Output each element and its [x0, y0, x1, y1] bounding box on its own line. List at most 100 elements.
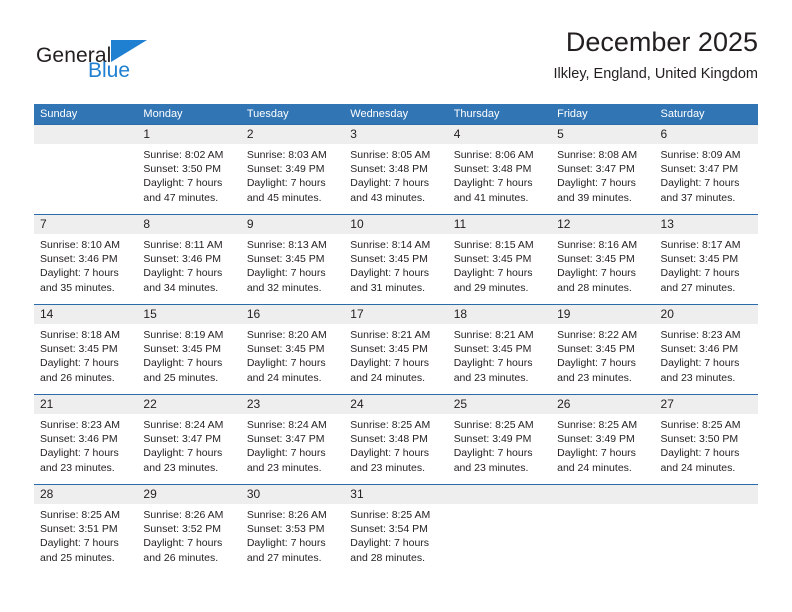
sunrise-line: Sunrise: 8:24 AM [246, 419, 327, 431]
day-cell[interactable]: Sunrise: 8:21 AM Sunset: 3:45 PM Dayligh… [448, 324, 551, 394]
day-cell[interactable]: Sunrise: 8:17 AM Sunset: 3:45 PM Dayligh… [655, 234, 758, 304]
sunrise-line: Sunrise: 8:18 AM [40, 329, 120, 341]
day-cell[interactable]: Sunrise: 8:15 AM Sunset: 3:45 PM Dayligh… [448, 234, 551, 304]
day-cell[interactable]: Sunrise: 8:06 AM Sunset: 3:48 PM Dayligh… [448, 144, 551, 214]
sunrise-line: Sunrise: 8:02 AM [143, 149, 224, 161]
logo-word-blue: Blue [88, 59, 131, 82]
day-cell[interactable]: Sunrise: 8:03 AM Sunset: 3:49 PM Dayligh… [241, 144, 344, 214]
day-cell[interactable]: Sunrise: 8:25 AM Sunset: 3:49 PM Dayligh… [448, 414, 551, 484]
sunset-line: Sunset: 3:48 PM [350, 433, 428, 446]
day-cell[interactable]: Sunrise: 8:09 AM Sunset: 3:47 PM Dayligh… [655, 144, 758, 214]
generalblue-logo[interactable]: General Blue [34, 32, 214, 90]
sunset-line: Sunset: 3:45 PM [246, 343, 325, 356]
sunset-line: Sunset: 3:45 PM [350, 343, 428, 356]
day-number: 28 [40, 487, 54, 501]
day-cell[interactable]: Sunrise: 8:24 AM Sunset: 3:47 PM Dayligh… [241, 414, 344, 484]
day-cell[interactable]: Sunrise: 8:13 AM Sunset: 3:45 PM Dayligh… [241, 234, 344, 304]
daylight-line-1: Daylight: 7 hours [453, 447, 533, 460]
day-cell[interactable]: Sunrise: 8:19 AM Sunset: 3:45 PM Dayligh… [137, 324, 240, 394]
day-cell[interactable]: Sunrise: 8:24 AM Sunset: 3:47 PM Dayligh… [137, 414, 240, 484]
daylight-line-2: and 29 minutes. [453, 281, 529, 294]
day-cell[interactable]: Sunrise: 8:23 AM Sunset: 3:46 PM Dayligh… [34, 414, 137, 484]
day-detail-band: Sunrise: 8:10 AM Sunset: 3:46 PM Dayligh… [34, 234, 758, 304]
daylight-line-2: and 26 minutes. [143, 551, 219, 564]
daylight-line-1: Daylight: 7 hours [557, 447, 636, 460]
daylight-line-1: Daylight: 7 hours [246, 177, 326, 190]
day-cell[interactable]: Sunrise: 8:05 AM Sunset: 3:48 PM Dayligh… [344, 144, 447, 214]
daylight-line-1: Daylight: 7 hours [143, 537, 223, 550]
daylight-line-1: Daylight: 7 hours [350, 177, 430, 190]
sunrise-line: Sunrise: 8:14 AM [350, 239, 431, 251]
daylight-line-1: Daylight: 7 hours [660, 177, 740, 190]
day-number-band: 21 22 23 24 25 26 27 [34, 395, 758, 414]
sunset-line: Sunset: 3:45 PM [557, 253, 635, 266]
day-cell[interactable]: Sunrise: 8:26 AM Sunset: 3:52 PM Dayligh… [137, 504, 240, 574]
calendar-grid: Sunday Monday Tuesday Wednesday Thursday… [34, 104, 758, 574]
sunset-line: Sunset: 3:54 PM [350, 523, 428, 536]
weekday-header-sunday: Sunday [40, 108, 78, 120]
day-number: 21 [40, 397, 54, 411]
sunset-line: Sunset: 3:46 PM [40, 433, 118, 446]
day-cell[interactable]: Sunrise: 8:23 AM Sunset: 3:46 PM Dayligh… [655, 324, 758, 394]
sunrise-line: Sunrise: 8:15 AM [453, 239, 534, 251]
daylight-line-2: and 41 minutes. [453, 191, 529, 204]
day-cell[interactable] [551, 504, 654, 574]
day-cell[interactable]: Sunrise: 8:20 AM Sunset: 3:45 PM Dayligh… [241, 324, 344, 394]
day-cell[interactable] [448, 504, 551, 574]
day-cell[interactable] [655, 504, 758, 574]
day-cell[interactable]: Sunrise: 8:10 AM Sunset: 3:46 PM Dayligh… [34, 234, 137, 304]
sunset-line: Sunset: 3:50 PM [660, 433, 739, 446]
sunrise-line: Sunrise: 8:13 AM [246, 239, 327, 251]
daylight-line-2: and 37 minutes. [660, 191, 736, 204]
day-number: 31 [350, 487, 364, 501]
sunset-line: Sunset: 3:45 PM [453, 343, 532, 356]
daylight-line-1: Daylight: 7 hours [143, 177, 223, 190]
day-cell[interactable]: Sunrise: 8:25 AM Sunset: 3:54 PM Dayligh… [344, 504, 447, 574]
week-row: 7 8 9 10 11 12 13 Sunrise: 8:10 AM Sunse… [34, 214, 758, 304]
daylight-line-2: and 25 minutes. [143, 371, 219, 384]
sunset-line: Sunset: 3:46 PM [660, 343, 739, 356]
week-row: 21 22 23 24 25 26 27 Sunrise: 8:23 AM Su… [34, 394, 758, 484]
daylight-line-2: and 47 minutes. [143, 191, 219, 204]
day-number: 25 [453, 397, 468, 411]
day-number-band: 7 8 9 10 11 12 13 [34, 215, 758, 234]
day-number-band: 14 15 16 17 18 19 20 [34, 305, 758, 324]
daylight-line-1: Daylight: 7 hours [246, 447, 326, 460]
daylight-line-2: and 24 minutes. [350, 371, 425, 384]
location-subtitle: Ilkley, England, United Kingdom [553, 65, 758, 82]
daylight-line-1: Daylight: 7 hours [143, 357, 223, 370]
sunset-line: Sunset: 3:46 PM [40, 253, 118, 266]
daylight-line-1: Daylight: 7 hours [350, 537, 430, 550]
sunrise-line: Sunrise: 8:19 AM [143, 329, 224, 341]
day-detail-band: Sunrise: 8:18 AM Sunset: 3:45 PM Dayligh… [34, 324, 758, 394]
day-cell[interactable]: Sunrise: 8:21 AM Sunset: 3:45 PM Dayligh… [344, 324, 447, 394]
sunrise-line: Sunrise: 8:25 AM [350, 509, 431, 521]
day-cell[interactable]: Sunrise: 8:18 AM Sunset: 3:45 PM Dayligh… [34, 324, 137, 394]
day-cell[interactable]: Sunrise: 8:26 AM Sunset: 3:53 PM Dayligh… [241, 504, 344, 574]
day-cell[interactable]: Sunrise: 8:08 AM Sunset: 3:47 PM Dayligh… [551, 144, 654, 214]
day-number: 22 [143, 397, 157, 411]
daylight-line-1: Daylight: 7 hours [350, 267, 430, 280]
day-cell[interactable]: Sunrise: 8:14 AM Sunset: 3:45 PM Dayligh… [344, 234, 447, 304]
weekday-header-wednesday: Wednesday [350, 108, 409, 120]
day-number: 11 [453, 217, 467, 231]
day-cell[interactable]: Sunrise: 8:25 AM Sunset: 3:48 PM Dayligh… [344, 414, 447, 484]
daylight-line-2: and 45 minutes. [246, 191, 322, 204]
day-cell[interactable]: Sunrise: 8:02 AM Sunset: 3:50 PM Dayligh… [137, 144, 240, 214]
day-number: 5 [557, 127, 564, 141]
day-number: 4 [453, 127, 461, 141]
day-cell[interactable]: Sunrise: 8:25 AM Sunset: 3:51 PM Dayligh… [34, 504, 137, 574]
day-cell[interactable]: Sunrise: 8:16 AM Sunset: 3:45 PM Dayligh… [551, 234, 654, 304]
daylight-line-1: Daylight: 7 hours [557, 267, 636, 280]
sunrise-line: Sunrise: 8:21 AM [453, 329, 534, 341]
day-number: 24 [350, 397, 364, 411]
sunrise-line: Sunrise: 8:06 AM [453, 149, 534, 161]
sunset-line: Sunset: 3:49 PM [453, 433, 532, 446]
day-cell[interactable]: Sunrise: 8:11 AM Sunset: 3:46 PM Dayligh… [137, 234, 240, 304]
day-cell[interactable]: Sunrise: 8:25 AM Sunset: 3:49 PM Dayligh… [551, 414, 654, 484]
day-number: 16 [246, 307, 261, 321]
day-cell[interactable] [34, 144, 137, 214]
day-cell[interactable]: Sunrise: 8:22 AM Sunset: 3:45 PM Dayligh… [551, 324, 654, 394]
day-number: 18 [453, 307, 468, 321]
day-cell[interactable]: Sunrise: 8:25 AM Sunset: 3:50 PM Dayligh… [655, 414, 758, 484]
